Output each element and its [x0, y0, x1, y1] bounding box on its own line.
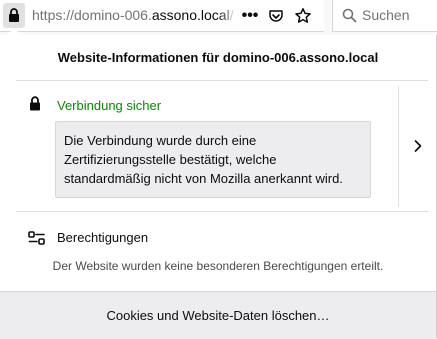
certificate-info-box: Die Verbindung wurde durch eine Zertifiz…: [55, 121, 371, 198]
search-icon: [342, 8, 357, 23]
permissions-description: Der Website wurden keine besonderen Bere…: [52, 259, 384, 273]
url-prefix: https://domino-006.: [32, 7, 152, 23]
navigation-toolbar: https://domino-006.assono.local/ ••• Suc…: [0, 0, 437, 32]
clear-cookies-button[interactable]: Cookies und Website-Daten löschen…: [0, 291, 436, 339]
permissions-title: Berechtigungen: [57, 230, 149, 245]
panel-title: Website-Informationen für domino-006.ass…: [57, 50, 379, 65]
permissions-icon: [28, 231, 45, 245]
security-section[interactable]: Verbindung sicher Die Verbindung wurde d…: [0, 81, 436, 211]
url-bar[interactable]: https://domino-006.assono.local/ •••: [0, 0, 324, 32]
divider: [16, 211, 428, 212]
lock-icon: [9, 8, 19, 22]
url-text[interactable]: https://domino-006.assono.local/: [32, 7, 239, 23]
pocket-icon[interactable]: [266, 6, 286, 26]
site-identity-button[interactable]: [3, 3, 25, 28]
security-details-button[interactable]: [399, 81, 436, 211]
search-bar[interactable]: Suchen: [332, 0, 437, 32]
search-placeholder: Suchen: [362, 7, 410, 23]
connection-secure-label: Verbindung sicher: [57, 98, 162, 113]
bookmark-star-icon[interactable]: [293, 6, 313, 26]
site-information-panel: Website-Informationen für domino-006.ass…: [0, 35, 437, 339]
chevron-right-icon: [414, 140, 421, 152]
url-fade: [218, 4, 240, 26]
lock-icon: [30, 96, 40, 111]
page-actions-menu-icon[interactable]: •••: [240, 6, 260, 26]
